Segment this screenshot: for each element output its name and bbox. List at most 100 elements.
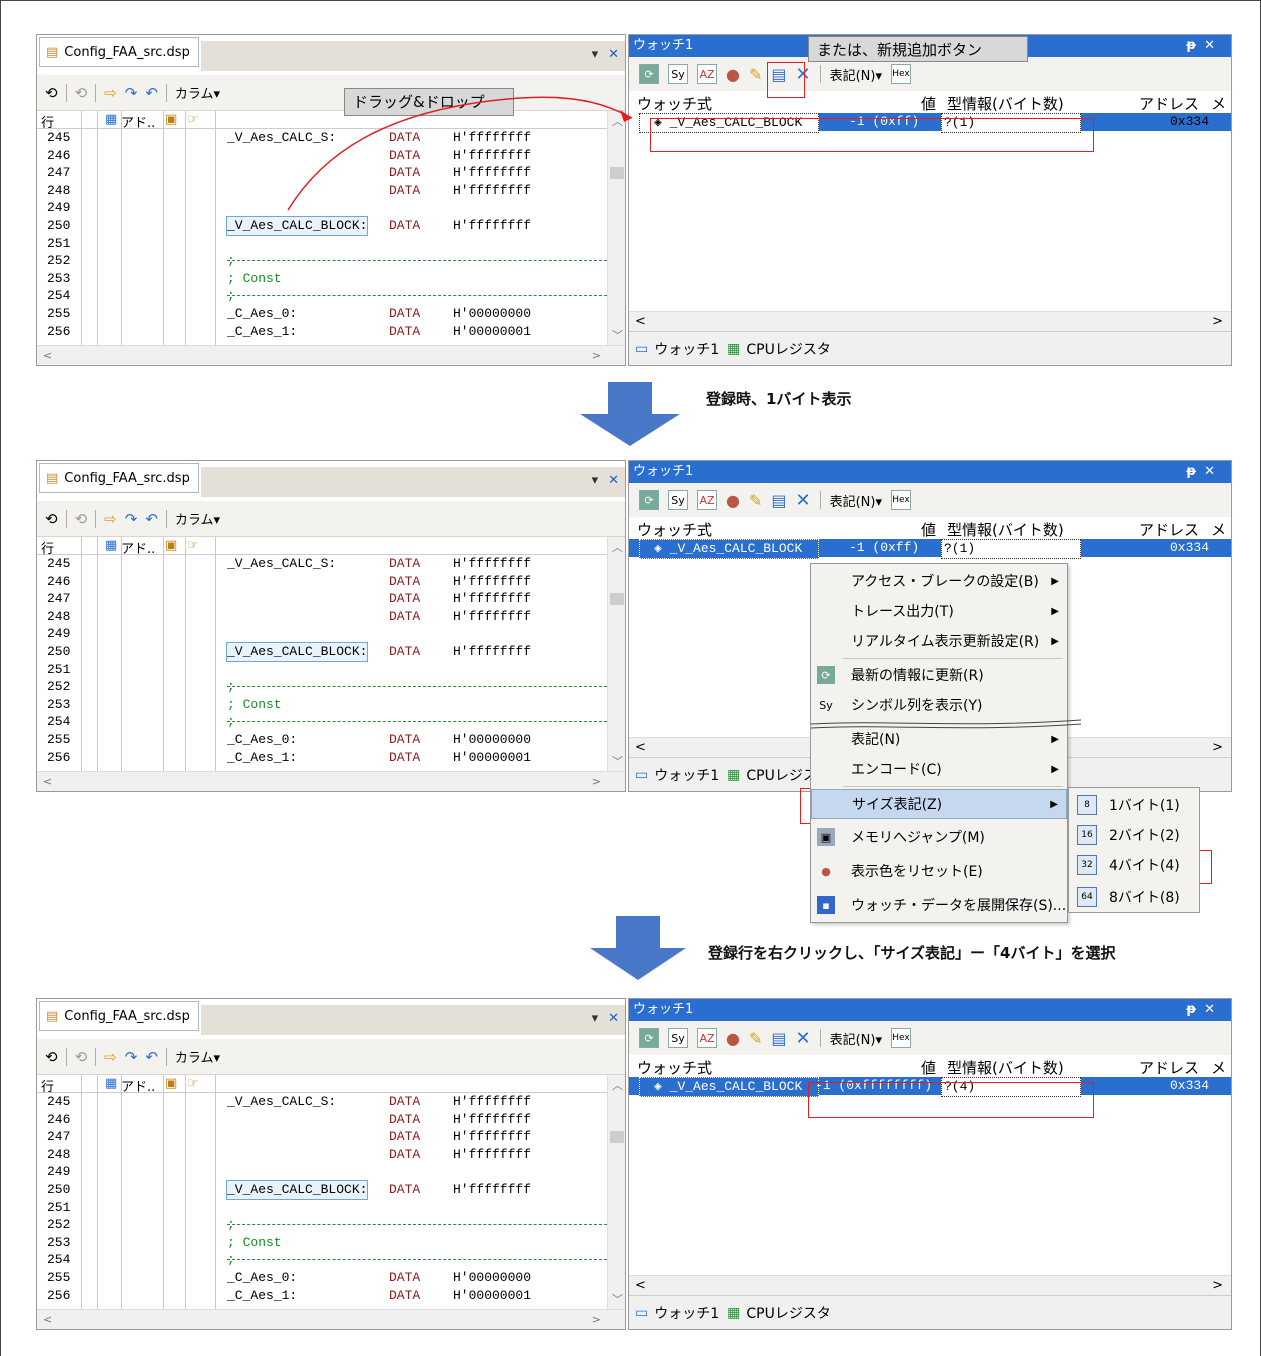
toolbar-icon-2[interactable]: ⟲: [75, 84, 88, 102]
watch-row-highlight-3: [808, 1082, 1094, 1118]
palette-icon[interactable]: ●: [726, 65, 740, 84]
tab-cpu-register[interactable]: ▦ CPUレジスタ: [727, 1303, 831, 1323]
close-icon[interactable]: ✕: [608, 473, 619, 488]
refresh-icon[interactable]: ⟳: [639, 490, 659, 510]
delete-icon[interactable]: ✕: [796, 490, 811, 511]
close-icon[interactable]: ✕: [1204, 464, 1223, 479]
refresh-icon[interactable]: ⟳: [639, 1028, 659, 1048]
toolbar-icon-1[interactable]: ⟲: [45, 84, 58, 102]
close-icon[interactable]: ✕: [1204, 38, 1223, 53]
sort-icon[interactable]: AZ: [697, 64, 717, 84]
close-icon[interactable]: ✕: [1204, 1002, 1223, 1017]
new-watch-icon[interactable]: ✎: [749, 65, 762, 84]
add-item-icon[interactable]: ▤: [771, 491, 786, 510]
code-row: _V_Aes_CALC_BLOCK: DATA H'ffffffff: [225, 1179, 532, 1200]
tab-cpu-register[interactable]: ▦ CPUレジスタ: [727, 339, 831, 359]
addr-header: アド..: [121, 116, 156, 131]
step-arrow-icon[interactable]: ⇨: [104, 510, 117, 528]
dropdown-icon[interactable]: ▾: [592, 473, 599, 488]
menu-reset-color[interactable]: ● 表示色をリセット(E): [811, 856, 1067, 886]
toolbar-icon-2[interactable]: ⟲: [75, 510, 88, 528]
horizontal-scrollbar[interactable]: < >: [629, 311, 1231, 331]
column-menu[interactable]: カラム▾: [175, 1047, 220, 1066]
dropdown-icon[interactable]: ▾: [592, 47, 599, 62]
expr-header: ウォッチ式: [637, 95, 713, 113]
source-tab[interactable]: ▤ Config_FAA_src.dsp: [39, 37, 199, 67]
toolbar-icon-1[interactable]: ⟲: [45, 510, 58, 528]
menu-realtime-update[interactable]: リアルタイム表示更新設定(R) ▶: [811, 626, 1067, 656]
tab-watch1[interactable]: ▭ ウォッチ1: [635, 339, 719, 359]
palette-icon[interactable]: ●: [726, 1029, 740, 1048]
palette-icon[interactable]: ●: [726, 491, 740, 510]
refresh-icon[interactable]: ⟳: [639, 64, 659, 84]
down-arrow-2: [590, 916, 686, 980]
vertical-scrollbar[interactable]: ︿ ﹀: [607, 1075, 625, 1309]
menu-memory-jump[interactable]: ▣ メモリへジャンプ(M): [811, 822, 1067, 852]
menu-encode[interactable]: エンコード(C) ▶: [811, 754, 1067, 784]
source-tab[interactable]: ▤ Config_FAA_src.dsp: [39, 1001, 199, 1031]
hex-icon[interactable]: Hex: [891, 490, 911, 510]
return-icon[interactable]: ↶: [145, 510, 158, 528]
step-over-icon[interactable]: ↷: [125, 510, 138, 528]
code-row: DATA H'ffffffff: [389, 1129, 532, 1145]
toolbar-icon-1[interactable]: ⟲: [45, 1048, 58, 1066]
horizontal-scrollbar[interactable]: < >: [37, 345, 625, 365]
symbol-icon[interactable]: Sy: [668, 490, 688, 510]
document-icon: ▤: [46, 470, 59, 486]
add-item-icon[interactable]: ▤: [771, 1029, 786, 1048]
close-icon[interactable]: ✕: [608, 1011, 619, 1026]
notation-menu[interactable]: 表記(N)▾: [830, 65, 882, 84]
submenu-1byte[interactable]: 8 1バイト(1): [1069, 790, 1199, 820]
menu-size-notation[interactable]: サイズ表記(Z) ▶: [811, 789, 1067, 819]
watch-address: 0x334: [1169, 540, 1209, 555]
step-over-icon[interactable]: ↷: [125, 84, 138, 102]
code-row: DATA H'ffffffff: [389, 1111, 532, 1127]
hex-icon[interactable]: Hex: [891, 1028, 911, 1048]
pin-icon[interactable]: ᵽ: [1186, 38, 1204, 53]
sort-icon[interactable]: AZ: [697, 490, 717, 510]
menu-access-break[interactable]: アクセス・ブレークの設定(B) ▶: [811, 566, 1067, 596]
notation-menu[interactable]: 表記(N)▾: [830, 491, 882, 510]
menu-notation[interactable]: 表記(N) ▶: [811, 724, 1067, 754]
code-row: _V_Aes_CALC_BLOCK: DATA H'ffffffff: [225, 215, 532, 236]
step-arrow-icon[interactable]: ⇨: [104, 1048, 117, 1066]
code-row: [227, 1199, 607, 1217]
return-icon[interactable]: ↶: [145, 1048, 158, 1066]
tab-watch1[interactable]: ▭ ウォッチ1: [635, 1303, 719, 1323]
symbol-icon[interactable]: Sy: [668, 64, 688, 84]
new-watch-icon[interactable]: ✎: [749, 1029, 762, 1048]
pin-icon[interactable]: ᵽ: [1186, 1002, 1204, 1017]
vertical-scrollbar[interactable]: ︿ ﹀: [607, 537, 625, 771]
symbol-icon[interactable]: Sy: [668, 1028, 688, 1048]
code-row: _V_Aes_CALC_S: DATA H'ffffffff: [227, 1094, 532, 1109]
column-menu[interactable]: カラム▾: [175, 83, 220, 102]
hex-icon[interactable]: Hex: [891, 64, 911, 84]
delete-icon[interactable]: ✕: [796, 1028, 811, 1049]
step-arrow-icon[interactable]: ⇨: [104, 84, 117, 102]
toolbar-icon-2[interactable]: ⟲: [75, 1048, 88, 1066]
submenu-2byte[interactable]: 16 2バイト(2): [1069, 820, 1199, 850]
new-watch-icon[interactable]: ✎: [749, 491, 762, 510]
tab-watch1[interactable]: ▭ ウォッチ1: [635, 765, 719, 785]
code-row: [227, 1163, 607, 1181]
notation-menu[interactable]: 表記(N)▾: [830, 1029, 882, 1048]
return-icon[interactable]: ↶: [145, 84, 158, 102]
column-menu[interactable]: カラム▾: [175, 509, 220, 528]
submenu-4byte[interactable]: 32 4バイト(4): [1069, 850, 1199, 880]
horizontal-scrollbar[interactable]: < >: [37, 771, 625, 791]
step-over-icon[interactable]: ↷: [125, 1048, 138, 1066]
watch-row[interactable]: ◈ _V_Aes_CALC_BLOCK -1 (0xff) ?(1) 0x334: [629, 539, 1231, 559]
horizontal-scrollbar[interactable]: < >: [37, 1309, 625, 1329]
horizontal-scrollbar[interactable]: < >: [629, 1275, 1231, 1295]
submenu-8byte[interactable]: 64 8バイト(8): [1069, 882, 1199, 912]
menu-trace-output[interactable]: トレース出力(T) ▶: [811, 596, 1067, 626]
menu-save-expand[interactable]: ▪ ウォッチ・データを展開保存(S)...: [811, 890, 1067, 920]
dropdown-icon[interactable]: ▾: [592, 1011, 599, 1026]
menu-refresh[interactable]: ⟳ 最新の情報に更新(R): [811, 660, 1067, 690]
code-row: ; Const: [227, 1234, 282, 1250]
pin-icon[interactable]: ᵽ: [1186, 464, 1204, 479]
sort-icon[interactable]: AZ: [697, 1028, 717, 1048]
source-tab[interactable]: ▤ Config_FAA_src.dsp: [39, 463, 199, 493]
hand-icon: ☞: [187, 538, 199, 553]
close-icon[interactable]: ✕: [608, 47, 619, 62]
